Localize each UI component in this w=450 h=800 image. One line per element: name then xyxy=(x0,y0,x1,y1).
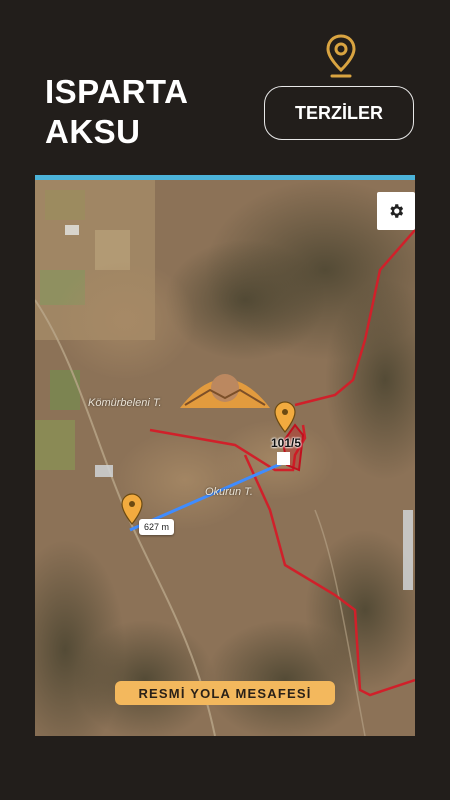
plot-number-label: 101/5 xyxy=(271,436,302,450)
terziler-button[interactable]: TERZİLER xyxy=(264,86,414,140)
map-settings-button[interactable] xyxy=(377,192,415,230)
official-road-distance-badge: RESMİ YOLA MESAFESİ xyxy=(115,681,335,705)
title-city: ISPARTA xyxy=(45,73,189,110)
place-label-komurbeleni: Kömürbeleni T. xyxy=(88,397,162,409)
gear-icon xyxy=(390,204,404,218)
satellite-map[interactable]: Kömürbeleni T. Okurun T. 101/5 627 m xyxy=(35,175,415,736)
place-label-okurun: Okurun T. xyxy=(205,486,253,498)
title-district: AKSU xyxy=(45,113,141,150)
distance-label: 627 m xyxy=(139,519,175,535)
page-title: ISPARTA AKSU xyxy=(45,72,188,152)
map-terrain xyxy=(35,180,415,736)
location-pin-icon xyxy=(326,34,356,78)
